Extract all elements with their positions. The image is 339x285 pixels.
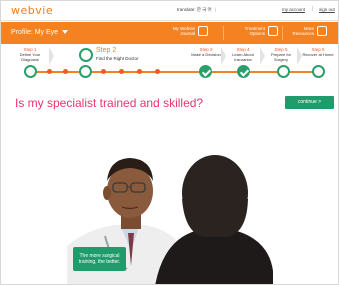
step-label: Define Your Diagnosis — [19, 52, 41, 62]
current-step-circle — [79, 48, 93, 62]
progress-dot — [63, 69, 68, 74]
step-label: Learn About Insurance — [232, 52, 254, 62]
progress-dot — [137, 69, 142, 74]
top-bar: webvie translate: 한 국 어 | my account | si… — [1, 1, 338, 21]
step-5-marker — [277, 65, 290, 78]
step-4[interactable]: Step 4 Learn About Insurance — [226, 47, 260, 62]
chevron-down-icon — [317, 26, 327, 36]
progress-dot — [47, 69, 52, 74]
step-2-current[interactable]: Step 2 Find the Right Doctor — [79, 47, 161, 65]
translate-label: translate: 한 국 어 — [177, 7, 212, 12]
logo[interactable]: webvie — [11, 4, 53, 17]
journal-button[interactable]: My Webvie Journal — [167, 26, 208, 40]
step-6[interactable]: Step 6 Recover at Home — [301, 47, 335, 57]
app-window: webvie translate: 한 국 어 | my account | si… — [0, 0, 339, 285]
step-3-marker-check-icon — [199, 65, 212, 78]
step-1[interactable]: Step 1 Define Your Diagnosis — [11, 47, 49, 62]
clipboard-icon — [268, 26, 278, 36]
chevron-right-icon — [49, 47, 54, 65]
step-2-marker — [79, 65, 92, 78]
journal-icon — [198, 26, 208, 36]
divider: | — [214, 7, 216, 12]
progress-dot — [155, 69, 160, 74]
video-caption: The more surgical training, the better. — [73, 247, 126, 271]
step-1-marker — [24, 65, 37, 78]
chevron-down-icon — [62, 30, 69, 35]
translate-link[interactable]: translate: 한 국 어 | — [177, 7, 216, 13]
step-label: Find the Right Doctor — [96, 56, 139, 61]
divider — [223, 26, 224, 40]
sign-out-link[interactable]: sign out — [319, 7, 335, 12]
step-5[interactable]: Step 5 Prepare for Surgery — [265, 47, 297, 62]
divider: | — [312, 6, 314, 12]
step-6-marker — [312, 65, 325, 78]
treatment-options-button[interactable]: Treatment Options — [229, 26, 278, 40]
journal-label: My Webvie Journal — [172, 26, 195, 36]
treatment-label: Treatment Options — [244, 26, 265, 36]
divider — [282, 26, 283, 40]
step-progress: Step 1 Define Your Diagnosis Step 2 Find… — [1, 44, 338, 82]
profile-label: Profile: My Eye — [11, 29, 59, 36]
step-label: Make a Decision — [191, 52, 221, 57]
step-label: Prepare for Surgery — [270, 52, 291, 62]
more-resources-button[interactable]: More Resources — [286, 26, 327, 40]
profile-dropdown[interactable]: Profile: My Eye — [11, 29, 69, 36]
resources-label: More Resources — [292, 26, 314, 36]
progress-dot — [119, 69, 124, 74]
step-4-marker-check-icon — [237, 65, 250, 78]
page-title: Is my specialist trained and skilled? — [15, 96, 204, 110]
my-account-link[interactable]: my account — [282, 7, 305, 12]
step-3[interactable]: Step 3 Make a Decision — [191, 47, 221, 57]
header-bar: Profile: My Eye My Webvie Journal Treatm… — [1, 22, 338, 44]
progress-dot — [101, 69, 106, 74]
continue-button[interactable]: continue > — [285, 96, 334, 109]
step-label: Recover at Home — [302, 52, 334, 57]
step-number: Step 2 — [96, 47, 117, 54]
